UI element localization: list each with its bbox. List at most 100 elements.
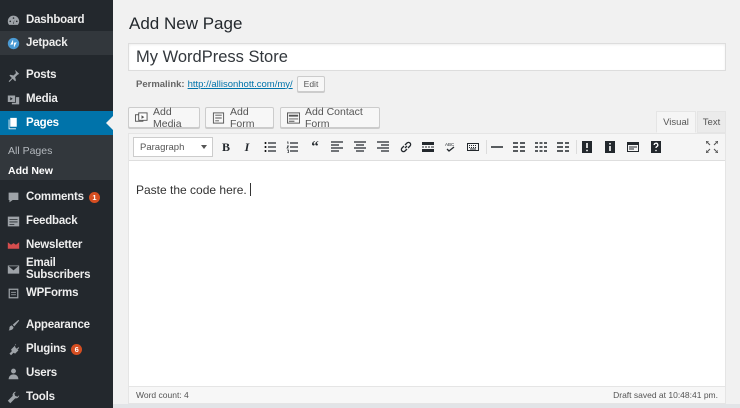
align-center-icon[interactable] xyxy=(352,139,368,155)
add-form-label: Add Form xyxy=(230,105,255,130)
sidebar-item-label: Media xyxy=(26,93,58,105)
align-right-icon[interactable] xyxy=(375,139,391,155)
editor-content-area[interactable]: Paste the code here. xyxy=(129,161,725,387)
plugins-count-badge: 6 xyxy=(71,343,83,355)
add-media-button[interactable]: Add Media xyxy=(128,105,200,130)
sidebar-item-wpforms[interactable]: WPForms xyxy=(0,281,113,305)
sidebar-item-label: Dashboard xyxy=(26,14,85,26)
tab-visual[interactable]: Visual xyxy=(656,111,696,133)
read-more-icon[interactable] xyxy=(420,139,436,155)
bullet-list-icon[interactable] xyxy=(262,139,278,155)
permalink-row: Permalink: http://allisonhott.com/my/ Ed… xyxy=(136,76,326,92)
page-title: Add New Page xyxy=(129,14,243,33)
sidebar-item-media[interactable]: Media xyxy=(0,87,113,111)
plugin-icon xyxy=(6,342,20,356)
comment-icon xyxy=(6,190,20,204)
sidebar-item-label: Users xyxy=(26,367,57,379)
add-contact-form-label: Add Contact Form xyxy=(305,105,363,130)
sidebar-item-label: Posts xyxy=(26,69,57,81)
format-select[interactable]: Paragraph xyxy=(133,137,213,157)
sidebar-item-appearance[interactable]: Appearance xyxy=(0,313,113,337)
grid-list-icon[interactable] xyxy=(555,139,571,155)
pages-icon xyxy=(6,116,20,130)
add-media-icon xyxy=(135,111,148,124)
form-icon xyxy=(212,111,225,124)
sidebar-item-posts[interactable]: Posts xyxy=(0,63,113,87)
help-box-icon[interactable] xyxy=(648,139,664,155)
keyboard-icon[interactable] xyxy=(465,139,481,155)
numbered-list-icon[interactable] xyxy=(284,139,300,155)
newsletter-icon xyxy=(6,238,20,252)
permalink-link[interactable]: http://allisonhott.com/my/ xyxy=(188,79,293,90)
sidebar-item-pages[interactable]: Pages xyxy=(0,111,113,135)
toolbar-divider xyxy=(486,140,487,154)
dashboard-icon xyxy=(6,13,20,27)
spellcheck-icon[interactable]: ABC xyxy=(443,139,459,155)
text-cursor xyxy=(249,183,251,196)
bold-icon[interactable]: B xyxy=(218,139,234,155)
add-form-button[interactable]: Add Form xyxy=(205,105,274,130)
word-count: Word count: 4 xyxy=(136,390,189,400)
tab-text[interactable]: Text xyxy=(697,111,726,133)
sidebar-item-label: Newsletter xyxy=(26,239,83,251)
sidebar-item-label: Jetpack xyxy=(26,37,68,49)
chevron-down-icon xyxy=(201,145,207,149)
feedback-icon xyxy=(6,214,20,228)
content-editor: Paragraph B I “ ABC Paste the code here.… xyxy=(128,133,726,404)
permalink-edit-button[interactable]: Edit xyxy=(296,76,326,92)
sidebar-item-label: Plugins xyxy=(26,343,67,355)
admin-sidebar: Dashboard Jetpack Posts Media Pages All … xyxy=(0,0,113,408)
email-icon xyxy=(6,262,20,276)
sidebar-item-feedback[interactable]: Feedback xyxy=(0,209,113,233)
wpforms-icon xyxy=(6,286,20,300)
sidebar-item-plugins[interactable]: Plugins 6 xyxy=(0,337,113,361)
sidebar-item-label: Pages xyxy=(26,117,59,129)
contact-form-icon xyxy=(287,111,300,124)
sidebar-item-email-subscribers[interactable]: Email Subscribers xyxy=(0,257,113,281)
columns-icon[interactable] xyxy=(533,139,549,155)
sidebar-item-label: Feedback xyxy=(26,215,78,227)
blockquote-icon[interactable]: “ xyxy=(307,139,323,155)
sidebar-item-label: Appearance xyxy=(26,319,90,331)
permalink-label: Permalink: xyxy=(136,78,185,90)
link-icon[interactable] xyxy=(398,139,414,155)
sidebar-item-comments[interactable]: Comments 1 xyxy=(0,185,113,209)
editor-status-bar: Word count: 4 Draft saved at 10:48:41 pm… xyxy=(129,386,725,403)
sidebar-item-label: Comments xyxy=(26,191,84,203)
sidebar-item-dashboard[interactable]: Dashboard xyxy=(0,8,113,32)
comments-count-badge: 1 xyxy=(88,191,100,203)
svg-text:ABC: ABC xyxy=(445,142,455,147)
sidebar-item-jetpack[interactable]: Jetpack xyxy=(0,31,113,55)
warning-box-icon[interactable] xyxy=(579,139,595,155)
italic-icon[interactable]: I xyxy=(239,139,255,155)
post-title-input[interactable] xyxy=(128,43,726,71)
toolbar-divider xyxy=(576,140,577,154)
add-contact-form-button[interactable]: Add Contact Form xyxy=(280,105,380,130)
sidebar-item-label: WPForms xyxy=(26,287,79,299)
sidebar-item-label: Email Subscribers xyxy=(26,257,91,281)
horizontal-line-icon[interactable] xyxy=(489,139,505,155)
users-icon xyxy=(6,366,20,380)
draft-saved-status: Draft saved at 10:48:41 pm. xyxy=(613,390,718,400)
media-icon xyxy=(6,92,20,106)
pin-icon xyxy=(6,68,20,82)
editor-content-text: Paste the code here. xyxy=(136,183,247,197)
submenu-all-pages[interactable]: All Pages xyxy=(8,145,52,157)
jetpack-icon xyxy=(6,36,20,50)
fullscreen-icon[interactable] xyxy=(704,139,720,155)
brush-icon xyxy=(6,318,20,332)
sidebar-item-label: Tools xyxy=(26,391,55,403)
info-box-icon[interactable] xyxy=(602,139,618,155)
sidebar-item-newsletter[interactable]: Newsletter xyxy=(0,233,113,257)
add-media-label: Add Media xyxy=(153,105,182,130)
align-left-icon[interactable] xyxy=(329,139,345,155)
table-icon[interactable] xyxy=(511,139,527,155)
submenu-add-new[interactable]: Add New xyxy=(8,165,53,177)
format-select-value: Paragraph xyxy=(140,141,185,153)
editor-toolbar: Paragraph B I “ ABC xyxy=(129,134,725,161)
sidebar-item-users[interactable]: Users xyxy=(0,361,113,385)
window-box-icon[interactable] xyxy=(625,139,641,155)
wrench-icon xyxy=(6,390,20,404)
page-bottom-edge xyxy=(113,404,740,408)
sidebar-item-tools[interactable]: Tools xyxy=(0,385,113,408)
